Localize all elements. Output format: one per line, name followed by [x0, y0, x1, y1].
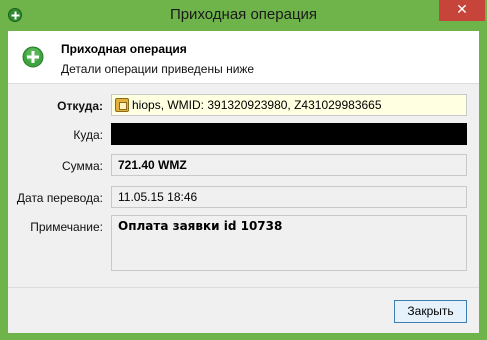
dialog-footer: Закрыть	[8, 287, 479, 333]
close-button[interactable]: Закрыть	[394, 300, 467, 323]
dialog-window: Приходная операция ✕ Приходная операция …	[0, 0, 487, 340]
date-label: Дата перевода:	[16, 191, 103, 205]
amount-field[interactable]: 721.40 WMZ	[111, 154, 467, 176]
note-label: Примечание:	[30, 220, 103, 234]
window-close-button[interactable]: ✕	[439, 0, 485, 21]
dialog-header: Приходная операция Детали операции приве…	[8, 31, 479, 84]
wallet-icon	[115, 97, 129, 112]
from-label: Откуда:	[57, 99, 103, 113]
header-subtitle: Детали операции приведены ниже	[61, 62, 255, 76]
header-title: Приходная операция	[61, 42, 187, 56]
to-label: Куда:	[73, 128, 103, 142]
window-title: Приходная операция	[169, 6, 318, 23]
amount-value: 721.40 WMZ	[118, 158, 187, 172]
from-field[interactable]: hiops, WMID: 391320923980, Z431029983665	[111, 94, 467, 116]
note-field[interactable]: Оплата заявки id 10738	[111, 215, 467, 271]
date-field[interactable]: 11.05.15 18:46	[111, 186, 467, 208]
to-field-redacted[interactable]	[111, 123, 467, 145]
amount-label: Сумма:	[61, 159, 103, 173]
from-value: hiops, WMID: 391320923980, Z431029983665	[132, 98, 382, 112]
note-value: Оплата заявки id 10738	[118, 219, 283, 233]
dialog-body: Приходная операция Детали операции приве…	[8, 31, 479, 333]
plus-circle-icon	[22, 46, 44, 68]
title-bar[interactable]: Приходная операция ✕	[0, 0, 487, 31]
date-value: 11.05.15 18:46	[118, 190, 198, 204]
